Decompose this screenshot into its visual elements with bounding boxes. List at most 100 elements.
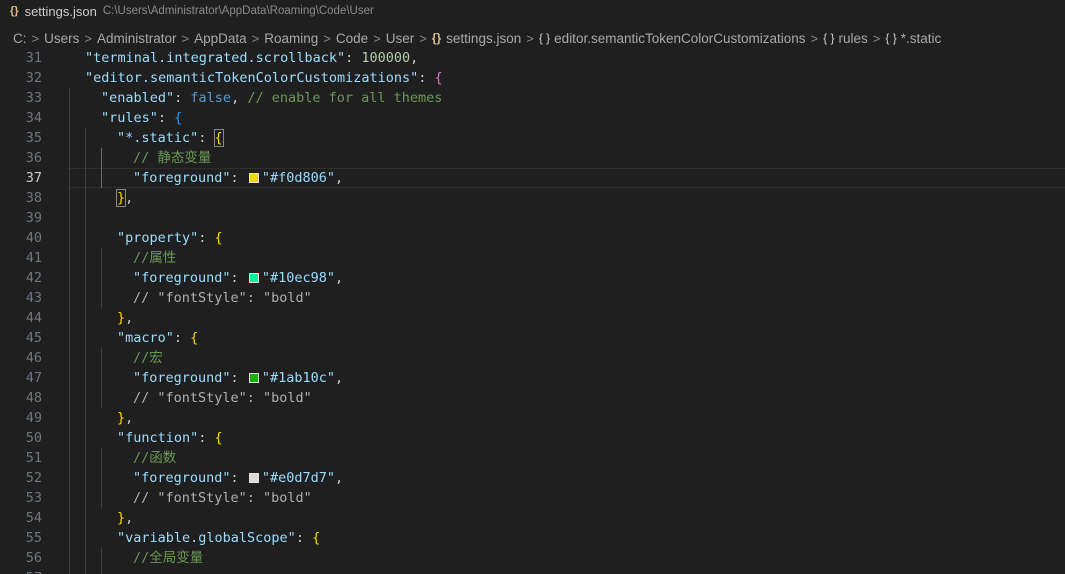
line-number: 52 [25,470,42,486]
color-swatch-icon[interactable] [248,273,259,283]
line-number: 51 [25,450,42,466]
punctuation: , [231,90,248,106]
code-line[interactable]: 52 "foreground": "#e0d7d7", [0,468,1065,488]
color-swatch-icon[interactable] [248,373,259,383]
code-line[interactable]: 44}, [0,308,1065,328]
indent-guide [69,248,70,268]
colon: : [198,430,215,446]
code-line[interactable]: 51 //函数 [0,448,1065,468]
code-content: }, [117,508,133,528]
code-line[interactable]: 54}, [0,508,1065,528]
indent-guide [85,408,86,428]
code-comment: // "fontStyle": "bold" [133,490,312,506]
indent-guide [69,228,70,248]
chevron-right-icon: > [526,30,534,46]
line-number: 41 [25,250,42,266]
indent-guide [101,148,102,168]
breadcrumb-symbol-semantic-token[interactable]: { } editor.semanticTokenColorCustomizati… [539,31,806,46]
color-swatch-icon[interactable] [248,473,259,483]
indent-guide [85,248,86,268]
breadcrumb-item-code[interactable]: Code [336,31,368,46]
json-key: "variable.globalScope" [117,530,296,546]
breadcrumb-item-administrator[interactable]: Administrator [97,31,177,46]
code-content: // 静态变量 [133,148,211,168]
indent-guide [101,388,102,408]
indent-guide [85,208,86,228]
code-line[interactable]: 41 //属性 [0,248,1065,268]
indent-guide [85,168,86,188]
code-content: "foreground": "#e0d7d7", [133,468,343,488]
code-content: "rules": { [101,108,182,128]
json-key: "rules" [101,110,158,126]
code-line[interactable]: 57 [0,568,1065,574]
breadcrumb-item-roaming[interactable]: Roaming [264,31,318,46]
json-key: "function" [117,430,199,446]
code-content: "foreground": "#10ec98", [133,268,343,288]
code-editor[interactable]: 31 "terminal.integrated.scrollback": 1000… [0,48,1065,574]
indent-guide [101,268,102,288]
object-symbol-icon: { } [885,31,897,45]
punctuation: , [334,470,344,486]
code-line[interactable]: 37 "foreground": "#f0d806", [0,168,1065,188]
indent-guide [69,88,70,108]
indent-guide [85,148,86,168]
indent-guide [69,108,70,128]
code-line[interactable]: 50 "function": { [0,428,1065,448]
indent-guide [69,128,70,148]
code-line[interactable]: 38}, [0,188,1065,208]
breadcrumb-item-drive[interactable]: C: [13,31,27,46]
breadcrumb-item-user[interactable]: User [386,31,415,46]
code-comment: //函数 [133,450,177,466]
code-comment: //宏 [133,350,163,366]
code-comment: // "fontStyle": "bold" [133,390,312,406]
code-line[interactable]: 53 // "fontStyle": "bold" [0,488,1065,508]
line-number: 53 [25,490,42,506]
code-line[interactable]: 56 //全局变量 [0,548,1065,568]
indent-guide [69,328,70,348]
close-brace: } [115,189,127,207]
breadcrumb-item-users[interactable]: Users [44,31,79,46]
indent-guide [101,488,102,508]
punctuation: , [410,50,419,66]
code-content: }, [115,188,133,208]
open-brace: { [213,129,224,147]
indent-guide [69,488,70,508]
code-content: "foreground": "#f0d806", [133,168,343,188]
json-value: "#10ec98" [261,270,335,286]
colon: : [157,110,175,126]
code-line[interactable]: 34 "rules": { [0,108,1065,128]
code-line[interactable]: 45 "macro": { [0,328,1065,348]
chevron-right-icon: > [251,30,260,46]
code-content: //宏 [133,348,163,368]
breadcrumb-symbol-rules[interactable]: { } rules [823,31,868,46]
code-line[interactable]: 36 // 静态变量 [0,148,1065,168]
code-line[interactable]: 35 "*.static": { [0,128,1065,148]
file-name[interactable]: settings.json [25,4,97,19]
colon: : [418,70,435,86]
breadcrumb-symbol-static[interactable]: { } *.static [885,31,941,46]
color-swatch-icon[interactable] [248,173,259,183]
code-line[interactable]: 33 "enabled": false, // enable for all th… [0,88,1065,108]
code-line[interactable]: 43 // "fontStyle": "bold" [0,288,1065,308]
code-line[interactable]: 32 "editor.semanticTokenColorCustomizatio… [0,68,1065,88]
code-line[interactable]: 40 "property": { [0,228,1065,248]
code-line[interactable]: 55 "variable.globalScope": { [0,528,1065,548]
code-line[interactable]: 49}, [0,408,1065,428]
code-line[interactable]: 39 [0,208,1065,228]
json-file-icon: {} [431,31,442,45]
json-value: false [190,90,232,106]
code-content: "editor.semanticTokenColorCustomizations… [85,68,443,88]
code-content: "*.static": { [117,128,224,148]
code-line[interactable]: 42 "foreground": "#10ec98", [0,268,1065,288]
open-brace: { [190,330,199,346]
breadcrumb-item-appdata[interactable]: AppData [194,31,247,46]
indent-guide [69,268,70,288]
json-value: "#e0d7d7" [261,470,335,486]
code-line[interactable]: 31 "terminal.integrated.scrollback": 1000… [0,48,1065,68]
code-line[interactable]: 48 // "fontStyle": "bold" [0,388,1065,408]
code-content: "terminal.integrated.scrollback": 100000… [85,48,418,68]
breadcrumb-item-file[interactable]: {} settings.json [432,31,521,46]
code-line[interactable]: 46 //宏 [0,348,1065,368]
close-brace: } [117,310,126,326]
code-line[interactable]: 47 "foreground": "#1ab10c", [0,368,1065,388]
